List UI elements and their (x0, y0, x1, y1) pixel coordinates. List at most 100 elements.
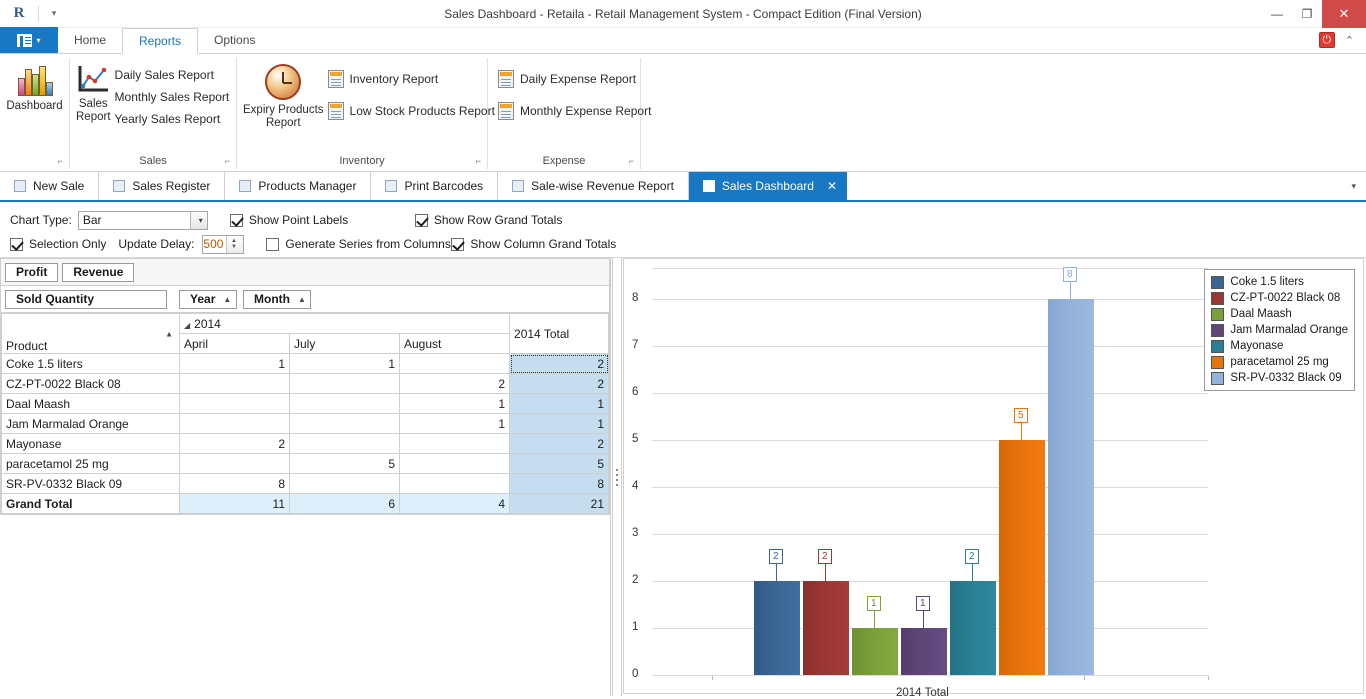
pivot-cell[interactable]: 5 (289, 453, 400, 474)
bar-daal-maash[interactable] (852, 628, 898, 675)
pivot-cell[interactable] (179, 413, 290, 434)
menu-item-monthly-expense-report[interactable]: Monthly Expense Report (494, 102, 655, 120)
legend-item[interactable]: Daal Maash (1211, 306, 1348, 322)
pivot-cell[interactable] (179, 393, 290, 414)
close-icon[interactable]: ✕ (827, 179, 837, 193)
pivot-cell[interactable] (289, 413, 400, 434)
pivot-cell[interactable] (289, 433, 400, 454)
pivot-row-header[interactable]: paracetamol 25 mg (1, 453, 180, 474)
chevron-down-icon[interactable]: ▾ (189, 211, 207, 229)
expiry-products-report-button[interactable]: Expiry Products Report (243, 60, 324, 151)
tab-new-sale[interactable]: New Sale (0, 172, 100, 200)
pane-splitter[interactable] (611, 258, 623, 696)
pivot-grand-total-cell[interactable]: 4 (398, 493, 511, 514)
power-icon[interactable]: ⏻ (1318, 32, 1335, 48)
menu-item-daily-expense-report[interactable]: Daily Expense Report (494, 70, 655, 88)
bar-sr-pv-0332-black-09[interactable] (1048, 299, 1094, 675)
pivot-total-cell[interactable]: 1 (509, 413, 610, 434)
pivot-row-header[interactable]: SR-PV-0332 Black 09 (1, 473, 180, 494)
legend-item[interactable]: SR-PV-0332 Black 09 (1211, 370, 1348, 386)
pivot-total-cell[interactable]: 2 (509, 373, 610, 394)
pivot-grand-total-total[interactable]: 21 (509, 493, 610, 514)
dialog-launcher-icon[interactable]: ⌐ (225, 156, 230, 166)
pivot-cell[interactable]: 1 (398, 413, 511, 434)
tab-overflow-icon[interactable]: ▾ (1341, 172, 1366, 200)
tab-print-barcodes[interactable]: Print Barcodes (371, 172, 499, 200)
generate-series-checkbox[interactable]: Generate Series from Columns (266, 237, 451, 251)
field-chip-revenue[interactable]: Revenue (62, 262, 135, 282)
pivot-cell[interactable] (398, 473, 511, 494)
column-field-chip-year[interactable]: Year ▲ (179, 289, 237, 309)
bar-coke-1-5-liters[interactable] (754, 581, 800, 675)
show-row-grand-totals-checkbox[interactable]: Show Row Grand Totals (414, 213, 562, 227)
legend-item[interactable]: paracetamol 25 mg (1211, 354, 1348, 370)
tab-products-manager[interactable]: Products Manager (225, 172, 372, 200)
field-chip-profit[interactable]: Profit (5, 262, 59, 282)
stepper-arrows-icon[interactable]: ▲ ▼ (226, 235, 244, 253)
table-row[interactable]: Mayonase 2 2 (1, 433, 610, 454)
table-row[interactable]: CZ-PT-0022 Black 08 2 2 (1, 373, 610, 394)
pivot-grand-total-cell[interactable]: 11 (179, 493, 290, 514)
legend-item[interactable]: Jam Marmalad Orange (1211, 322, 1348, 338)
bar-jam-marmalad-orange[interactable] (901, 628, 947, 675)
ribbon-tab-home[interactable]: Home (58, 27, 122, 53)
pivot-column-header-july[interactable]: July (289, 333, 400, 354)
pivot-total-cell[interactable]: 5 (509, 453, 610, 474)
pivot-row-header[interactable]: Daal Maash (1, 393, 180, 414)
restore-button[interactable]: ❐ (1292, 0, 1322, 28)
menu-item-inventory-report[interactable]: Inventory Report (324, 70, 499, 88)
pivot-total-cell[interactable]: 2 (509, 353, 610, 374)
menu-item-daily-sales-report[interactable]: Daily Sales Report (111, 66, 234, 84)
pivot-grand-total-cell[interactable]: 6 (289, 493, 400, 514)
pivot-cell[interactable] (289, 393, 400, 414)
selection-only-checkbox[interactable]: Selection Only (10, 237, 106, 251)
pivot-row-field-cell[interactable]: Product ▲ (1, 313, 180, 354)
menu-item-yearly-sales-report[interactable]: Yearly Sales Report (111, 110, 234, 128)
pivot-cell[interactable]: 8 (179, 473, 290, 494)
minimize-button[interactable]: — (1262, 0, 1292, 28)
pivot-cell[interactable]: 1 (398, 393, 511, 414)
legend-item[interactable]: Coke 1.5 liters (1211, 274, 1348, 290)
pivot-cell[interactable] (179, 373, 290, 394)
bar-cz-pt-0022-black-08[interactable] (803, 581, 849, 675)
pivot-cell[interactable] (289, 373, 400, 394)
ribbon-tab-options[interactable]: Options (198, 27, 271, 53)
table-row[interactable]: Daal Maash 1 1 (1, 393, 610, 414)
menu-item-low-stock-products-report[interactable]: Low Stock Products Report (324, 102, 499, 120)
chart-type-select[interactable]: Bar ▾ (77, 210, 208, 230)
pivot-column-header-august[interactable]: August (398, 333, 511, 354)
pivot-column-group-2014[interactable]: ◢ 2014 (178, 313, 511, 334)
tab-sales-dashboard[interactable]: Sales Dashboard ✕ (688, 172, 848, 200)
bar-paracetamol-25-mg[interactable] (999, 440, 1045, 675)
pivot-cell[interactable] (398, 453, 511, 474)
table-row[interactable]: paracetamol 25 mg 5 5 (1, 453, 610, 474)
table-row[interactable]: Coke 1.5 liters 1 1 2 (1, 353, 610, 374)
dialog-launcher-icon[interactable]: ⌐ (629, 156, 634, 166)
pivot-row-header[interactable]: Coke 1.5 liters (1, 353, 180, 374)
tab-sales-register[interactable]: Sales Register (99, 172, 226, 200)
pivot-row-header[interactable]: CZ-PT-0022 Black 08 (1, 373, 180, 394)
legend-item[interactable]: Mayonase (1211, 338, 1348, 354)
pivot-cell[interactable]: 1 (289, 353, 400, 374)
pivot-total-cell[interactable]: 8 (509, 473, 610, 494)
pivot-cell[interactable] (289, 473, 400, 494)
table-row[interactable]: Jam Marmalad Orange 1 1 (1, 413, 610, 434)
menu-item-monthly-sales-report[interactable]: Monthly Sales Report (111, 88, 234, 106)
show-column-grand-totals-checkbox[interactable]: Show Column Grand Totals (451, 237, 616, 251)
pivot-total-column-header[interactable]: 2014 Total (509, 313, 610, 354)
stepper-down-icon[interactable]: ▼ (231, 244, 237, 250)
sales-report-button[interactable]: Sales Report (76, 60, 111, 151)
legend-item[interactable]: CZ-PT-0022 Black 08 (1211, 290, 1348, 306)
pivot-cell[interactable]: 2 (179, 433, 290, 454)
pivot-column-header-april[interactable]: April (179, 333, 290, 354)
pivot-cell[interactable]: 2 (398, 373, 511, 394)
pivot-cell[interactable] (179, 453, 290, 474)
dialog-launcher-icon[interactable]: ⌐ (476, 156, 481, 166)
show-point-labels-checkbox[interactable]: Show Point Labels (229, 213, 415, 227)
collapse-expander-icon[interactable]: ◢ (184, 321, 190, 330)
update-delay-stepper[interactable]: 500 ▲ ▼ (202, 234, 245, 254)
column-field-chip-month[interactable]: Month ▲ (243, 289, 311, 309)
bar-mayonase[interactable] (950, 581, 996, 675)
dialog-launcher-icon[interactable]: ⌐ (58, 156, 63, 166)
pivot-row-header[interactable]: Jam Marmalad Orange (1, 413, 180, 434)
